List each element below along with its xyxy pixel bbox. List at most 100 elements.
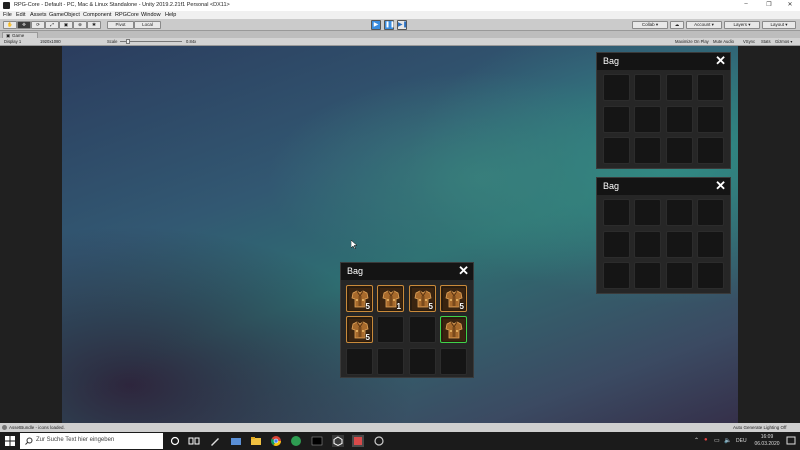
bag-slot[interactable] [377,316,404,343]
close-window-button[interactable]: ✕ [780,1,800,10]
menu-assets[interactable]: Assets [30,12,47,18]
app-green-icon[interactable] [290,435,302,447]
bag-header[interactable]: Bag ✕ [597,53,730,70]
cortana-icon[interactable] [169,435,181,447]
collab-dropdown[interactable]: Collab ▾ [632,21,668,29]
bag-slot[interactable] [440,348,467,375]
settings-app-icon[interactable] [373,435,385,447]
bag-slot[interactable] [697,231,724,258]
tray-app-icon[interactable]: ● [704,437,708,443]
status-message[interactable]: AssetBundle - icons loaded. [9,425,65,430]
bag-close-button[interactable]: ✕ [715,54,726,68]
bag-slot[interactable] [409,316,436,343]
bag-slot[interactable]: 5 [440,285,467,312]
custom-tool-icon[interactable]: ✱ [87,21,101,29]
pen-workspace-icon[interactable] [209,435,221,447]
bag-slot[interactable] [697,137,724,164]
pivot-toggle[interactable]: Pivot [107,21,134,29]
file-explorer-icon[interactable] [250,435,262,447]
bag-slot[interactable] [377,348,404,375]
bag-slot[interactable] [697,199,724,226]
network-icon[interactable]: ▭ [714,437,720,444]
language-indicator[interactable]: DEU [736,438,747,444]
active-app-icon[interactable] [352,435,364,447]
bag-slot[interactable] [409,348,436,375]
bag-slot[interactable] [697,74,724,101]
bag-slot[interactable] [634,262,661,289]
terminal-icon[interactable] [311,435,323,447]
menu-help[interactable]: Help [165,12,176,18]
bag-header[interactable]: Bag ✕ [597,178,730,195]
bag-slot[interactable]: 5 [346,285,373,312]
tray-chevron-icon[interactable]: ⌃ [694,437,699,444]
bag-slot[interactable] [697,262,724,289]
rotate-tool-icon[interactable]: ⟳ [31,21,45,29]
bag-slot[interactable] [634,137,661,164]
display-dropdown[interactable]: Display 1 [4,39,21,44]
mail-app-icon[interactable] [230,435,242,447]
resolution-dropdown[interactable]: 1920x1080 [40,39,61,44]
bag-slot[interactable] [603,106,630,133]
bag-slot[interactable] [634,106,661,133]
layers-dropdown[interactable]: Layers ▾ [724,21,760,29]
layout-dropdown[interactable]: Layout ▾ [762,21,796,29]
bag-slot[interactable] [666,199,693,226]
menu-file[interactable]: File [3,12,12,18]
hand-tool-icon[interactable]: ✋ [3,21,17,29]
transform-tool-icon[interactable]: ⊕ [73,21,87,29]
menu-window[interactable]: Window [141,12,161,18]
local-toggle[interactable]: Local [134,21,161,29]
bag-slot[interactable]: 5 [409,285,436,312]
maximize-button[interactable]: ❐ [759,1,779,10]
bag-header[interactable]: Bag ✕ [341,263,473,280]
gizmos-dropdown[interactable]: Gizmos ▾ [775,39,792,44]
cloud-icon[interactable]: ☁ [670,21,684,29]
menu-component[interactable]: Component [83,12,111,18]
bag-slot[interactable] [346,348,373,375]
clock-time[interactable]: 16:09 [752,434,782,440]
notification-icon[interactable] [786,436,796,446]
bag-slot[interactable]: 5 [346,316,373,343]
bag-slot[interactable] [634,231,661,258]
stats-toggle[interactable]: Stats [761,39,771,44]
bag-slot[interactable] [666,106,693,133]
play-button[interactable]: ▶ [371,20,381,30]
minimize-button[interactable]: – [736,1,756,10]
bag-slot[interactable]: 1 [377,285,404,312]
bag-slot[interactable] [697,106,724,133]
volume-icon[interactable]: 🔈 [724,437,731,444]
chrome-icon[interactable] [270,435,282,447]
maximize-on-play-toggle[interactable]: Maximize On Play [675,39,709,44]
account-dropdown[interactable]: Account ▾ [686,21,722,29]
bag-slot[interactable] [603,262,630,289]
vsync-toggle[interactable]: VSync [743,39,755,44]
pause-button[interactable]: ❚❚ [384,20,395,30]
step-button[interactable]: ▶❚ [397,20,408,30]
windows-start-icon[interactable] [5,436,15,446]
bag-close-button[interactable]: ✕ [458,264,469,278]
menu-gameobject[interactable]: GameObject [49,12,80,18]
scale-slider-handle[interactable] [126,39,130,44]
bag-slot[interactable] [666,262,693,289]
bag-slot[interactable] [603,199,630,226]
scale-tool-icon[interactable]: ⤢ [45,21,59,29]
taskbar-search-box[interactable]: Zur Suche Text hier eingeben [20,433,163,449]
bag-slot[interactable] [603,137,630,164]
rect-tool-icon[interactable]: ▣ [59,21,73,29]
move-tool-icon[interactable]: ✥ [17,21,31,29]
bag-slot[interactable] [666,137,693,164]
bag-slot[interactable] [666,231,693,258]
bag-slot[interactable] [666,74,693,101]
bag-slot[interactable] [603,231,630,258]
task-view-icon[interactable] [188,435,200,447]
menu-edit[interactable]: Edit [16,12,25,18]
bag-slot[interactable] [634,74,661,101]
mute-audio-toggle[interactable]: Mute Audio [713,39,734,44]
menu-rpgcore[interactable]: RPGCore [115,12,139,18]
bag-slot-selected[interactable] [440,316,467,343]
bag-slot[interactable] [603,74,630,101]
unity-taskbar-icon[interactable] [332,435,344,447]
bag-slot[interactable] [634,199,661,226]
clock-date[interactable]: 06.03.2020 [752,441,782,447]
bag-close-button[interactable]: ✕ [715,179,726,193]
